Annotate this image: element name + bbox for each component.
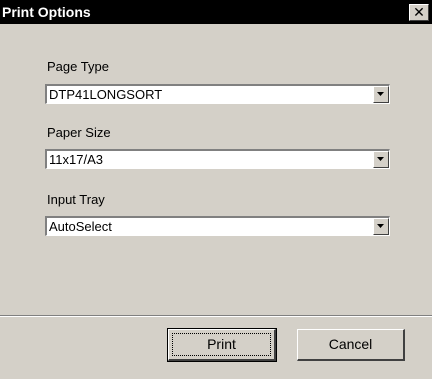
title-bar[interactable]: Print Options ✕ bbox=[0, 0, 432, 24]
paper-size-value: 11x17/A3 bbox=[49, 152, 103, 167]
paper-size-select[interactable]: 11x17/A3 bbox=[45, 149, 390, 169]
chevron-down-icon bbox=[377, 92, 384, 96]
print-options-dialog: Print Options ✕ Page Type DTP41LONGSORT … bbox=[0, 0, 432, 379]
button-separator bbox=[0, 315, 432, 317]
page-type-select[interactable]: DTP41LONGSORT bbox=[45, 84, 390, 104]
paper-size-label: Paper Size bbox=[47, 125, 111, 140]
page-type-label: Page Type bbox=[47, 59, 109, 74]
cancel-button[interactable]: Cancel bbox=[297, 329, 405, 361]
paper-size-dropdown-button[interactable] bbox=[373, 151, 389, 168]
chevron-down-icon bbox=[377, 157, 384, 161]
print-button-label: Print bbox=[207, 336, 236, 352]
cancel-button-label: Cancel bbox=[328, 336, 373, 352]
dialog-title: Print Options bbox=[2, 4, 91, 20]
page-type-dropdown-button[interactable] bbox=[373, 86, 389, 103]
page-type-value: DTP41LONGSORT bbox=[49, 87, 163, 102]
close-button[interactable]: ✕ bbox=[409, 4, 429, 21]
close-icon: ✕ bbox=[413, 4, 425, 20]
input-tray-select[interactable]: AutoSelect bbox=[45, 216, 390, 236]
chevron-down-icon bbox=[377, 224, 384, 228]
input-tray-value: AutoSelect bbox=[49, 219, 112, 234]
input-tray-label: Input Tray bbox=[47, 192, 105, 207]
print-button[interactable]: Print bbox=[167, 328, 277, 362]
input-tray-dropdown-button[interactable] bbox=[373, 218, 389, 235]
